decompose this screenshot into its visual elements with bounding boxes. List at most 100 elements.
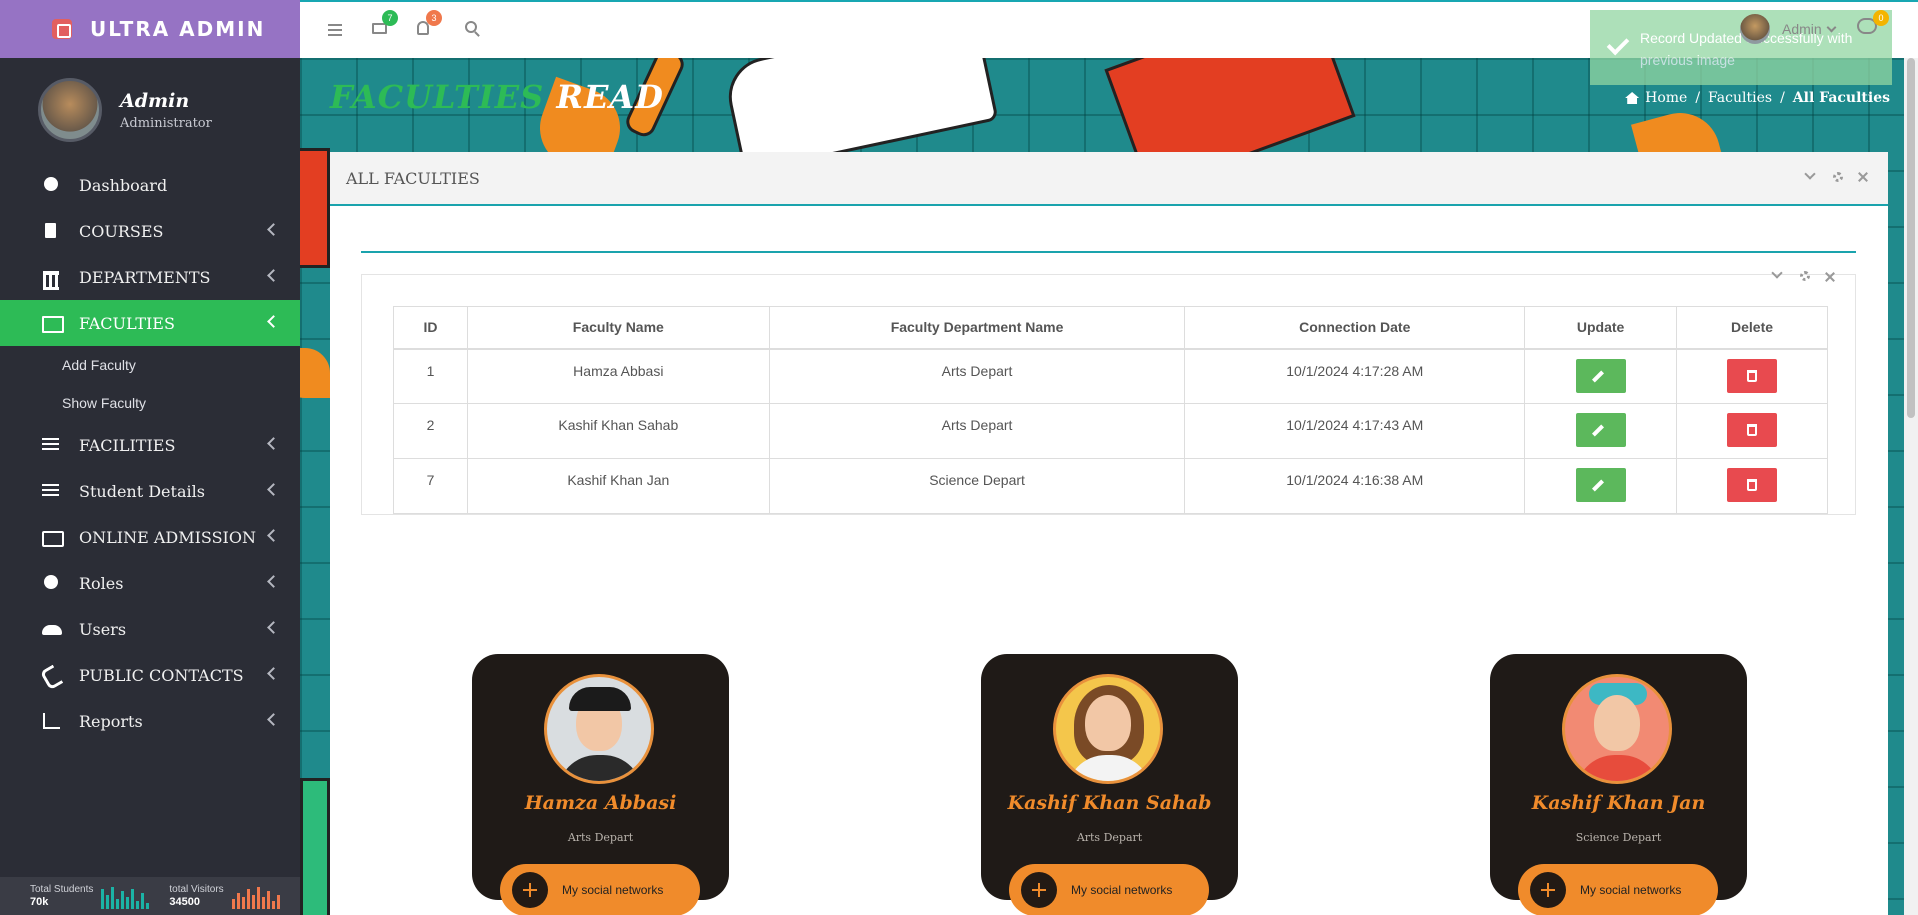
social-networks-button[interactable]: My social networks bbox=[500, 864, 700, 915]
faculty-photo bbox=[1562, 674, 1672, 784]
chevron-left-icon bbox=[267, 529, 280, 542]
edit-button[interactable] bbox=[1575, 413, 1626, 447]
sidebar-item-reports[interactable]: Reports bbox=[0, 698, 300, 744]
profile-role: Administrator bbox=[120, 115, 212, 131]
bar-chart-icon bbox=[42, 713, 62, 729]
trash-icon bbox=[1747, 369, 1758, 382]
scrollbar-thumb[interactable] bbox=[1907, 58, 1915, 418]
sidebar-subitem-show-faculty[interactable]: Show Faculty bbox=[0, 384, 300, 422]
stat-label: total Visitors bbox=[169, 884, 224, 895]
faculty-card-name: Kashif Khan Sahab bbox=[1007, 792, 1212, 814]
sidebar-item-users[interactable]: Users bbox=[0, 606, 300, 652]
sidebar-item-departments[interactable]: DEPARTMENTS bbox=[0, 254, 300, 300]
gear-icon[interactable] bbox=[1833, 172, 1843, 182]
user-circle-icon bbox=[42, 575, 62, 591]
pencil-icon bbox=[1591, 424, 1604, 437]
faculty-photo bbox=[544, 674, 654, 784]
col-update: Update bbox=[1524, 306, 1678, 350]
sidebar-item-online-admission[interactable]: ONLINE ADMISSION bbox=[0, 514, 300, 560]
col-id: ID bbox=[393, 306, 468, 350]
user-menu[interactable]: Admin bbox=[1740, 14, 1837, 44]
collapse-icon[interactable] bbox=[1804, 168, 1816, 180]
sidebar-item-label: FACILITIES bbox=[79, 435, 176, 455]
chevron-left-icon bbox=[267, 483, 280, 496]
profile-name: Admin bbox=[120, 89, 190, 112]
chevron-left-icon bbox=[267, 713, 280, 726]
table-row: 7 Kashif Khan Jan Science Depart 10/1/20… bbox=[393, 458, 1828, 514]
list-icon bbox=[42, 437, 62, 453]
sidebar-item-faculties[interactable]: FACULTIES bbox=[0, 300, 300, 346]
sidebar-item-label: COURSES bbox=[79, 221, 164, 241]
faculty-card: Kashif Khan Sahab Arts Depart My social … bbox=[981, 654, 1238, 915]
delete-button[interactable] bbox=[1727, 468, 1778, 502]
cell-dept: Arts Depart bbox=[768, 348, 1186, 404]
faculty-card-dept: Arts Depart bbox=[1076, 831, 1143, 844]
faculty-card: Hamza Abbasi Arts Depart My social netwo… bbox=[472, 654, 729, 915]
close-icon[interactable] bbox=[1825, 272, 1835, 282]
cell-name: Kashif Khan Jan bbox=[466, 458, 770, 514]
chevron-down-icon bbox=[1826, 22, 1837, 32]
cell-dept: Arts Depart bbox=[768, 403, 1186, 459]
sidebar-item-label: Dashboard bbox=[79, 175, 168, 195]
stat-label: Total Students bbox=[30, 884, 94, 895]
list-icon bbox=[42, 483, 62, 499]
check-icon bbox=[1606, 32, 1630, 56]
id-card-icon bbox=[42, 529, 64, 547]
col-faculty-name: Faculty Name bbox=[466, 306, 770, 350]
sidebar-subitem-add-faculty[interactable]: Add Faculty bbox=[0, 346, 300, 384]
chevron-left-icon bbox=[267, 437, 280, 450]
brand-bar[interactable]: ULTRA ADMIN bbox=[0, 0, 300, 58]
menu-toggle-icon[interactable] bbox=[328, 24, 342, 36]
table-header-row: ID Faculty Name Faculty Department Name … bbox=[393, 306, 1828, 350]
mail-badge: 7 bbox=[382, 10, 398, 26]
sidebar-item-courses[interactable]: COURSES bbox=[0, 208, 300, 254]
edit-button[interactable] bbox=[1575, 358, 1626, 393]
cell-date: 10/1/2024 4:17:43 AM bbox=[1184, 403, 1526, 459]
sidebar-item-label: Reports bbox=[79, 711, 143, 731]
close-icon[interactable] bbox=[1858, 172, 1868, 182]
sidebar-item-dashboard[interactable]: Dashboard bbox=[0, 162, 300, 208]
plus-icon bbox=[1530, 872, 1566, 908]
table-box: ID Faculty Name Faculty Department Name … bbox=[361, 267, 1856, 515]
col-department: Faculty Department Name bbox=[768, 306, 1186, 350]
sparkline-orange bbox=[231, 885, 280, 909]
panel-header: ALL FACULTIES bbox=[330, 152, 1888, 206]
delete-button[interactable] bbox=[1727, 413, 1778, 447]
sparkline-teal bbox=[101, 885, 150, 909]
cell-id: 7 bbox=[393, 458, 468, 514]
cell-date: 10/1/2024 4:17:28 AM bbox=[1184, 348, 1526, 404]
divider bbox=[361, 251, 1856, 253]
social-networks-button[interactable]: My social networks bbox=[1518, 864, 1718, 915]
table-row: 2 Kashif Khan Sahab Arts Depart 10/1/202… bbox=[393, 403, 1828, 459]
phone-icon bbox=[42, 667, 62, 683]
sidebar-item-facilities[interactable]: FACILITIES bbox=[0, 422, 300, 468]
cell-name: Kashif Khan Sahab bbox=[466, 403, 770, 459]
breadcrumb: Home / Faculties / All Faculties bbox=[1625, 90, 1890, 106]
sidebar-item-public-contacts[interactable]: PUBLIC CONTACTS bbox=[0, 652, 300, 698]
edit-button[interactable] bbox=[1575, 468, 1626, 502]
search-icon[interactable] bbox=[465, 21, 477, 33]
chevron-left-icon bbox=[267, 269, 280, 282]
social-networks-button[interactable]: My social networks bbox=[1009, 864, 1209, 915]
collapse-icon[interactable] bbox=[1771, 267, 1783, 279]
plus-icon bbox=[1021, 872, 1057, 908]
delete-button[interactable] bbox=[1727, 358, 1778, 393]
notification-badge: 3 bbox=[426, 10, 442, 26]
faculty-card-dept: Science Depart bbox=[1575, 831, 1662, 844]
sidebar-item-label: FACULTIES bbox=[79, 313, 175, 333]
page-title: FACULTIES READ bbox=[330, 78, 664, 116]
gear-icon[interactable] bbox=[1800, 271, 1810, 281]
breadcrumb-current: All Faculties bbox=[1792, 90, 1890, 106]
user-menu-name: Admin bbox=[1782, 21, 1822, 37]
breadcrumb-home[interactable]: Home bbox=[1645, 90, 1687, 106]
cell-dept: Science Depart bbox=[768, 458, 1186, 514]
sidebar-item-label: DEPARTMENTS bbox=[79, 267, 211, 287]
sidebar-item-roles[interactable]: Roles bbox=[0, 560, 300, 606]
cell-id: 2 bbox=[393, 403, 468, 459]
breadcrumb-faculties[interactable]: Faculties bbox=[1708, 90, 1772, 106]
sidebar-item-student-details[interactable]: Student Details bbox=[0, 468, 300, 514]
sidebar-item-label: Student Details bbox=[79, 481, 205, 501]
sidebar-stats: Total Students 70k total Visitors 34500 bbox=[0, 877, 300, 915]
stat-students: Total Students 70k bbox=[30, 883, 150, 909]
scrollbar[interactable] bbox=[1904, 58, 1918, 915]
